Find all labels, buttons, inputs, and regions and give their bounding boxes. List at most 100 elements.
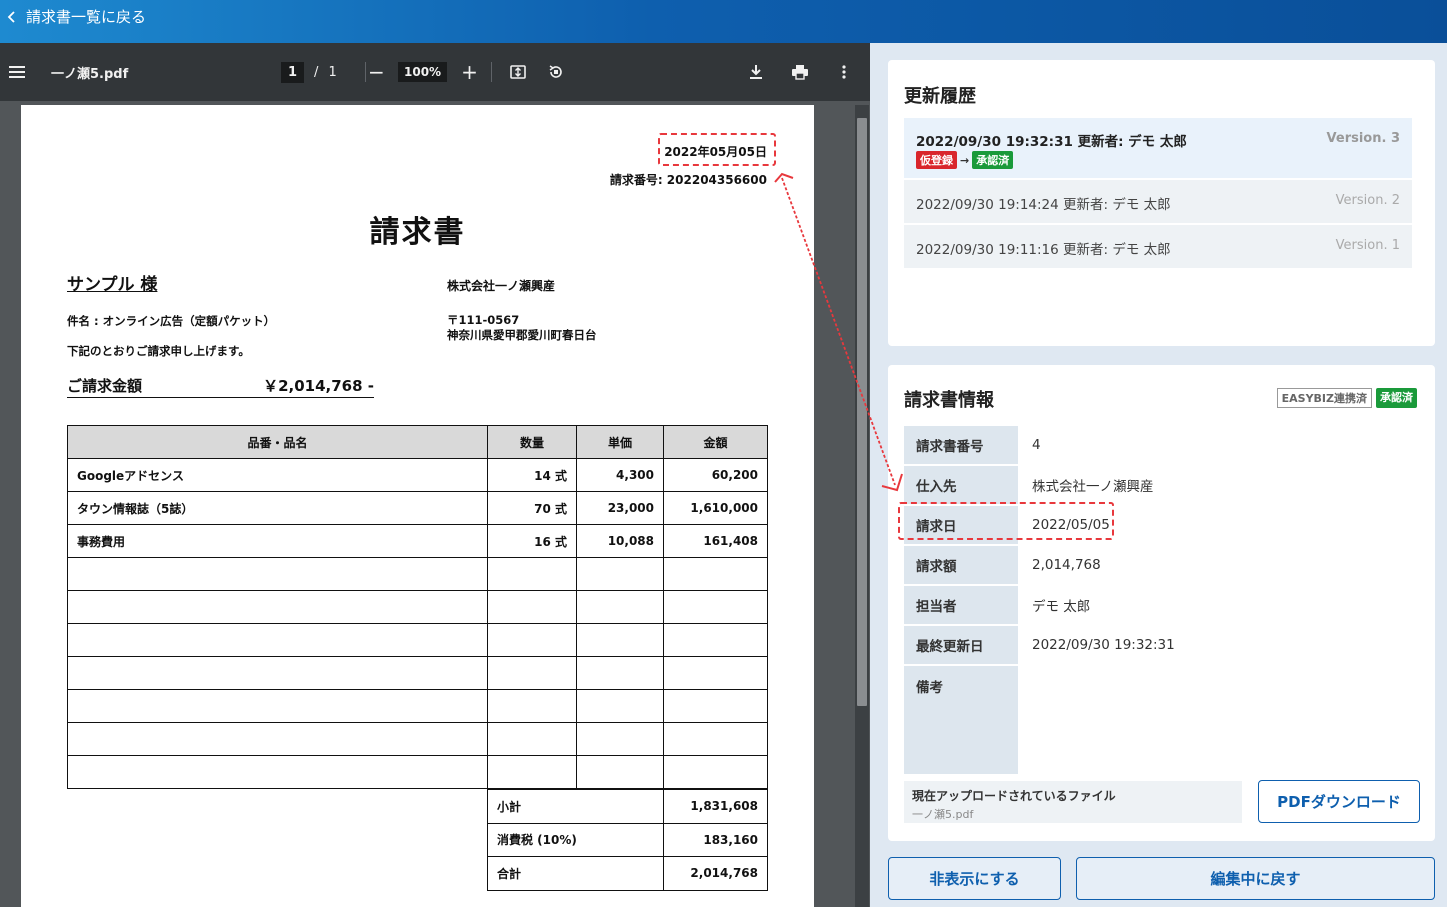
item-name: タウン情報誌（5誌） [67, 491, 488, 525]
zoom-in-button[interactable]: + [461, 60, 478, 84]
empty-row [67, 656, 768, 690]
invoice-title: 請求書 [369, 215, 466, 250]
empty-row [67, 590, 768, 624]
item-amount: 1,610,000 [663, 491, 768, 525]
menu-icon[interactable] [9, 43, 25, 101]
back-to-list-link[interactable]: 請求書一覧に戻る [6, 6, 146, 27]
field-label: 最終更新日 [904, 626, 1018, 664]
field-value [1018, 666, 1398, 774]
item-unit-price: 4,300 [576, 458, 664, 492]
back-label: 請求書一覧に戻る [26, 8, 147, 26]
table-row: タウン情報誌（5誌） 70 式 23,000 1,610,000 [67, 491, 768, 525]
info-row-remarks: 備考 [904, 666, 1398, 774]
field-value: 4 [1032, 437, 1041, 453]
current-file-box: 現在アップロードされているファイル 一ノ瀬5.pdf [904, 781, 1242, 823]
field-value: デモ 太郎 [1032, 599, 1091, 615]
pdf-toolbar: 一ノ瀬5.pdf 1 / 1 − 100% + [0, 43, 870, 101]
item-unit-price: 23,000 [576, 491, 664, 525]
item-qty: 16 式 [487, 524, 577, 558]
history-item-text: 2022/09/30 19:11:16 更新者: デモ 太郎 [916, 242, 1171, 258]
download-icon[interactable] [746, 62, 766, 82]
info-row-amount: 請求額 2,014,768 [904, 546, 1398, 584]
annotation-highlight-invoice-date [898, 502, 1114, 540]
invoice-subject: 件名 : オンライン広告（定額パケット） [67, 314, 276, 328]
invoice-note: 下記のとおりご請求申し上げます。 [67, 344, 250, 358]
history-list: 2022/09/30 19:32:31 更新者: デモ 太郎 Version. … [904, 118, 1412, 270]
line-items-table: 品番・品名 数量 単価 金額 Googleアドセンス 14 式 4,300 60… [67, 425, 768, 789]
pdf-download-button[interactable]: PDFダウンロード [1258, 780, 1420, 823]
table-row: Googleアドセンス 14 式 4,300 60,200 [67, 458, 768, 492]
history-item-v1[interactable]: 2022/09/30 19:11:16 更新者: デモ 太郎 Version. … [904, 225, 1412, 268]
history-item-version: Version. 3 [1326, 131, 1400, 146]
item-amount: 60,200 [663, 458, 768, 492]
info-row-person-in-charge: 担当者 デモ 太郎 [904, 586, 1398, 624]
hide-button[interactable]: 非表示にする [888, 857, 1061, 900]
subtotal-row: 小計 1,831,608 [487, 789, 768, 824]
rotate-icon[interactable] [546, 62, 566, 82]
arrow-right-icon: → [960, 153, 970, 167]
history-item-version: Version. 2 [1335, 193, 1400, 208]
toolbar-divider [491, 62, 493, 82]
pdf-scrollbar-thumb[interactable] [857, 118, 867, 706]
item-name: Googleアドセンス [67, 458, 488, 492]
totals-table: 小計 1,831,608 消費税 (10%) 183,160 合計 2,014,… [487, 789, 768, 891]
empty-row [67, 623, 768, 657]
field-value: 2022/09/30 19:32:31 [1032, 637, 1175, 653]
column-header: 単価 [576, 425, 664, 459]
tax-row: 消費税 (10%) 183,160 [487, 822, 768, 857]
field-label: 備考 [904, 666, 1018, 774]
page-separator: / [314, 64, 319, 80]
issuer-company: 株式会社一ノ瀬興産 [447, 279, 556, 293]
total-label: 合計 [487, 856, 664, 891]
pdf-viewer: 一ノ瀬5.pdf 1 / 1 − 100% + 2022年05月05日 請求番号… [0, 43, 870, 907]
column-header: 金額 [663, 425, 768, 459]
column-header: 品番・品名 [67, 425, 488, 459]
info-row-supplier: 仕入先 株式会社一ノ瀬興産 [904, 466, 1398, 504]
field-label: 請求額 [904, 546, 1018, 584]
top-bar: 請求書一覧に戻る [0, 0, 1447, 43]
annotation-highlight-pdf-date [658, 133, 776, 166]
zoom-out-button[interactable]: − [368, 60, 385, 84]
info-title: 請求書情報 [904, 390, 994, 411]
field-label: 担当者 [904, 586, 1018, 624]
item-name: 事務費用 [67, 524, 488, 558]
column-header: 数量 [487, 425, 577, 459]
status-change: 仮登録 → 承認済 [916, 151, 1014, 169]
tax-label: 消費税 (10%) [487, 822, 664, 857]
history-item-v3[interactable]: 2022/09/30 19:32:31 更新者: デモ 太郎 Version. … [904, 118, 1412, 178]
revert-to-editing-button[interactable]: 編集中に戻す [1076, 857, 1435, 900]
client-name: サンプル 様 [67, 275, 158, 295]
fit-page-icon[interactable] [508, 62, 528, 82]
total-pages: 1 [328, 64, 337, 80]
issuer-zip: 〒111-0567 [447, 313, 520, 327]
field-value: 株式会社一ノ瀬興産 [1032, 479, 1154, 495]
zoom-level[interactable]: 100% [398, 62, 448, 82]
view-tools [508, 43, 566, 101]
field-label: 仕入先 [904, 466, 1018, 504]
item-unit-price: 10,088 [576, 524, 664, 558]
print-icon[interactable] [790, 62, 810, 82]
invoice-number: 請求番号: 202204356600 [609, 173, 767, 187]
issuer-address: 神奈川県愛甲郡愛川町春日台 [447, 328, 597, 342]
table-row: 事務費用 16 式 10,088 161,408 [67, 524, 768, 558]
empty-row [67, 689, 768, 723]
history-item-v2[interactable]: 2022/09/30 19:14:24 更新者: デモ 太郎 Version. … [904, 180, 1412, 223]
billing-amount-label: ご請求金額 [67, 377, 143, 395]
current-page-input[interactable]: 1 [281, 61, 305, 83]
field-label: 請求書番号 [904, 426, 1018, 464]
total-row: 合計 2,014,768 [487, 856, 768, 891]
more-options-icon[interactable] [834, 62, 854, 82]
info-table: 請求書番号 4 仕入先 株式会社一ノ瀬興産 請求日 2022/05/05 請求額… [904, 424, 1398, 776]
zoom-controls: − 100% + [368, 43, 493, 101]
page-indicator: 1 / 1 [281, 43, 366, 101]
easybiz-linked-badge: EASYBIZ連携済 [1276, 388, 1372, 408]
history-item-text: 2022/09/30 19:32:31 更新者: デモ 太郎 [916, 134, 1187, 150]
empty-row [67, 722, 768, 756]
status-badge-provisional: 仮登録 [916, 151, 957, 169]
history-item-text: 2022/09/30 19:14:24 更新者: デモ 太郎 [916, 197, 1171, 213]
current-file-label: 現在アップロードされているファイル [912, 789, 1116, 803]
billing-amount: ご請求金額 ￥2,014,768 - [67, 375, 374, 398]
item-qty: 70 式 [487, 491, 577, 525]
info-tags: EASYBIZ連携済 承認済 [1276, 388, 1417, 408]
total-value: 2,014,768 [663, 856, 768, 891]
